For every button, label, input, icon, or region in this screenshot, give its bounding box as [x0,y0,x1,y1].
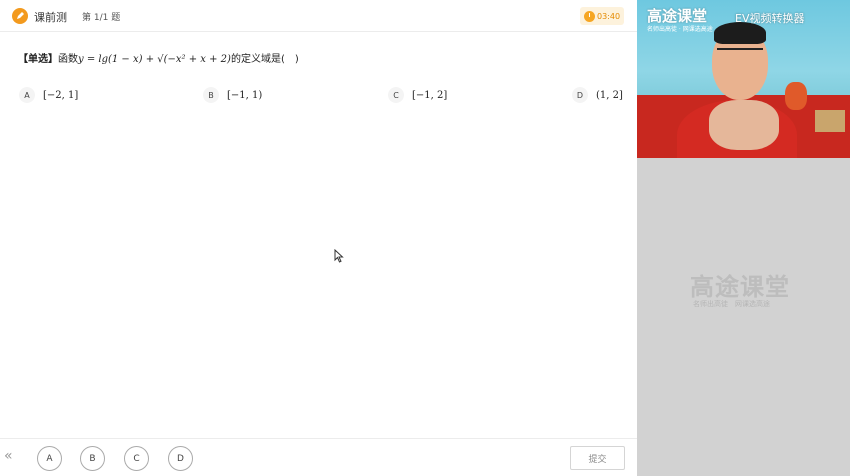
option-value: [−1, 2] [412,89,448,101]
background-house [815,110,845,132]
stopwatch-icon [584,10,595,22]
answer-button-a[interactable]: A [37,446,62,471]
collapse-icon[interactable]: « [4,448,13,464]
option-letter: A [19,87,35,103]
pencil-icon [12,8,28,24]
option-value: (1, 2] [596,89,623,101]
option-c[interactable]: C [−1, 2] [388,87,447,103]
quiz-panel: 课前测 第 1/1 题 03:40 【单选】函数y = lg(1 − x) + … [0,0,637,476]
answer-button-c[interactable]: C [124,446,149,471]
option-value: [−2, 1] [43,89,79,101]
answer-button-b[interactable]: B [80,446,105,471]
mouse-pointer-icon [334,249,344,263]
question-stem: 【单选】函数y = lg(1 − x) + √(−x² + x + 2)的定义域… [18,50,299,65]
stem-formula: y = lg(1 − x) + √(−x² + x + 2) [78,54,231,65]
option-letter: D [572,87,588,103]
answer-bar: « A B C D 提交 [0,438,637,476]
option-a[interactable]: A [−2, 1] [19,87,78,103]
video-brand-slogan: 名师出高徒 · 网课选高途 [647,26,713,33]
video-brand-logo: 高途课堂 [647,7,708,25]
mascot-figure [785,82,807,110]
placeholder-slogan: 名师出高徒 网课选高途 [693,300,770,308]
option-letter: C [388,87,404,103]
countdown-timer: 03:40 [580,7,625,25]
timer-text: 03:40 [597,11,621,21]
quiz-header: 课前测 第 1/1 题 03:40 [0,0,637,32]
teacher-video[interactable]: 高途课堂 名师出高徒 · 网课选高途 EV视频转换器 [637,0,850,158]
answer-button-d[interactable]: D [168,446,193,471]
stem-prefix: 函数 [58,54,78,65]
question-progress: 第 1/1 题 [82,13,121,23]
app-window: 课前测 第 1/1 题 03:40 【单选】函数y = lg(1 − x) + … [0,0,850,476]
stem-suffix: 的定义域是( ) [230,54,299,65]
teacher-hands [709,100,779,150]
option-d[interactable]: D (1, 2] [572,87,623,103]
question-type: 【单选】 [18,54,58,65]
video-sidebar: 高途课堂 名师出高徒 · 网课选高途 EV视频转换器 高途课堂 名师出高徒 网课… [637,0,850,476]
submit-button[interactable]: 提交 [570,446,625,470]
converter-watermark: EV视频转换器 [735,12,805,25]
option-b[interactable]: B [−1, 1) [203,87,262,103]
option-letter: B [203,87,219,103]
quiz-title: 课前测 [34,11,67,24]
teacher-glasses [717,48,763,58]
option-value: [−1, 1) [227,89,263,101]
placeholder-logo: 高途课堂 [690,273,790,301]
